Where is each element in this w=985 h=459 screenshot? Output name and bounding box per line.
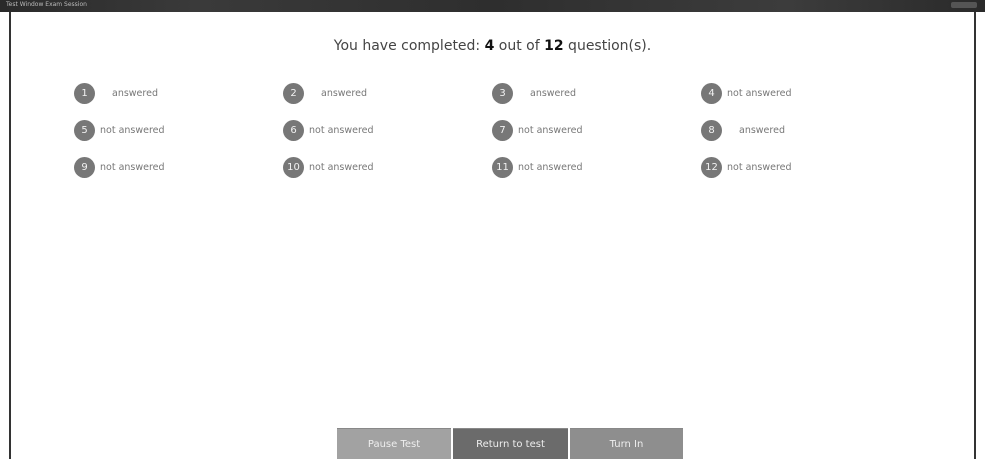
question-status: answered [739, 124, 785, 136]
question-item-1[interactable]: 1 answered [74, 82, 158, 104]
action-button-bar: Pause Test Return to test Turn In [337, 428, 683, 459]
question-status: not answered [727, 161, 792, 173]
question-status: not answered [518, 124, 583, 136]
question-status: not answered [309, 161, 374, 173]
question-item-12[interactable]: 12 not answered [701, 156, 792, 178]
question-grid: 1 answered 2 answered 3 answered 4 not a… [0, 0, 985, 200]
question-item-4[interactable]: 4 not answered [701, 82, 792, 104]
question-status: not answered [727, 87, 792, 99]
question-status: not answered [100, 124, 165, 136]
question-item-11[interactable]: 11 not answered [492, 156, 583, 178]
question-item-8[interactable]: 8 answered [701, 119, 785, 141]
question-item-10[interactable]: 10 not answered [283, 156, 374, 178]
question-item-9[interactable]: 9 not answered [74, 156, 165, 178]
question-status: not answered [518, 161, 583, 173]
question-number-badge: 4 [701, 82, 722, 104]
question-number-badge: 7 [492, 119, 513, 141]
question-item-7[interactable]: 7 not answered [492, 119, 583, 141]
question-number-badge: 3 [492, 82, 513, 104]
question-number-badge: 2 [283, 82, 304, 104]
question-number-badge: 5 [74, 119, 95, 141]
question-status: answered [321, 87, 367, 99]
question-number-badge: 8 [701, 119, 722, 141]
question-number-badge: 10 [283, 156, 304, 178]
question-item-2[interactable]: 2 answered [283, 82, 367, 104]
turn-in-button[interactable]: Turn In [570, 428, 683, 459]
question-status: answered [112, 87, 158, 99]
question-number-badge: 12 [701, 156, 722, 178]
return-to-test-button[interactable]: Return to test [453, 428, 568, 459]
question-number-badge: 9 [74, 156, 95, 178]
question-item-3[interactable]: 3 answered [492, 82, 576, 104]
question-status: answered [530, 87, 576, 99]
question-item-5[interactable]: 5 not answered [74, 119, 165, 141]
question-number-badge: 1 [74, 82, 95, 104]
question-status: not answered [309, 124, 374, 136]
question-number-badge: 11 [492, 156, 513, 178]
question-status: not answered [100, 161, 165, 173]
question-item-6[interactable]: 6 not answered [283, 119, 374, 141]
pause-test-button[interactable]: Pause Test [337, 428, 451, 459]
question-number-badge: 6 [283, 119, 304, 141]
